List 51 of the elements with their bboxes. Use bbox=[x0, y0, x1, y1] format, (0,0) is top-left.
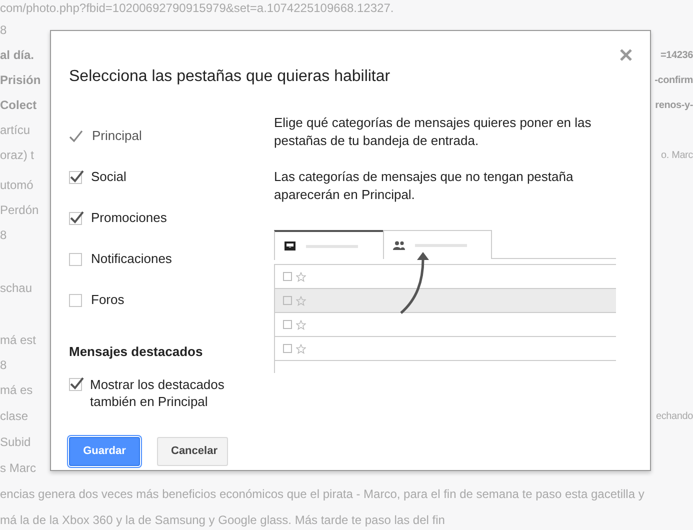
background-text: má la de la Xbox 360 y la de Samsung y Google glass. Más tarde te paso las del fin bbox=[0, 512, 445, 529]
star-icon bbox=[296, 272, 306, 282]
background-text: oraz) t bbox=[0, 147, 34, 164]
checkbox-icon bbox=[283, 344, 292, 353]
background-text: o. Marc bbox=[661, 148, 693, 162]
checkbox[interactable] bbox=[69, 378, 82, 390]
background-text: =14236 bbox=[660, 48, 693, 62]
background-text: al día. bbox=[0, 47, 34, 64]
star-icon bbox=[296, 344, 306, 354]
background-text: má es bbox=[0, 382, 33, 399]
background-text: Prisión bbox=[0, 72, 41, 89]
background-text: schau bbox=[0, 280, 32, 297]
checkbox-icon bbox=[283, 320, 292, 329]
description-text: Elige qué categorías de mensajes quieres poner en las pestañas de tu bandeja de entrada. bbox=[274, 114, 592, 150]
inbox-icon bbox=[284, 241, 296, 251]
star-icon bbox=[296, 320, 306, 330]
background-text: Subid bbox=[0, 434, 31, 451]
checkbox-icon bbox=[283, 296, 292, 305]
checkbox[interactable] bbox=[69, 212, 82, 224]
section-heading: Mensajes destacados bbox=[69, 343, 204, 361]
background-text: com/photo.php?fbid=10200692790915979&set=a.1074225109668.12327. bbox=[0, 0, 394, 17]
close-icon[interactable] bbox=[620, 49, 632, 61]
people-icon bbox=[393, 240, 405, 250]
background-text: clase bbox=[0, 408, 28, 425]
background-text: 8 bbox=[0, 227, 7, 244]
checkbox[interactable] bbox=[69, 252, 82, 266]
description-text: Las categorías de mensajes que no tengan pestaña aparecerán en Principal. bbox=[274, 168, 574, 204]
background-text: artícu bbox=[0, 122, 30, 139]
background-text: utomó bbox=[0, 177, 34, 194]
background-text: Perdón bbox=[0, 202, 39, 219]
dialog-title: Selecciona las pestañas que quieras habilitar bbox=[69, 67, 390, 87]
background-text: -confirm bbox=[654, 74, 693, 88]
checkbox-label: Foros bbox=[91, 291, 124, 310]
star-icon bbox=[296, 296, 306, 306]
background-text: 8 bbox=[0, 357, 7, 374]
background-text: s Marc bbox=[0, 460, 36, 477]
cancel-button[interactable]: Cancelar bbox=[157, 437, 228, 466]
checkbox[interactable] bbox=[69, 294, 82, 306]
background-text: má est bbox=[0, 332, 36, 349]
background-text: encias genera dos veces más beneficios económicos que el pirata - Marco, para el fin de semana te paso esta gacetilla y bbox=[0, 486, 644, 503]
background-text: 8 bbox=[0, 22, 7, 39]
checkbox-label: Social bbox=[91, 168, 126, 186]
checkbox-icon bbox=[283, 272, 292, 281]
checkbox[interactable] bbox=[69, 170, 82, 184]
checkbox-label: Promociones bbox=[91, 209, 167, 228]
background-text: renos-y- bbox=[655, 98, 693, 112]
background-text: echando bbox=[656, 410, 693, 424]
checkbox-label: Mostrar los destacados también en Principal bbox=[90, 376, 226, 410]
checkbox-label: Principal bbox=[92, 127, 142, 146]
checkbox-label: Notificaciones bbox=[91, 250, 172, 268]
background-text: Colect bbox=[0, 97, 37, 114]
